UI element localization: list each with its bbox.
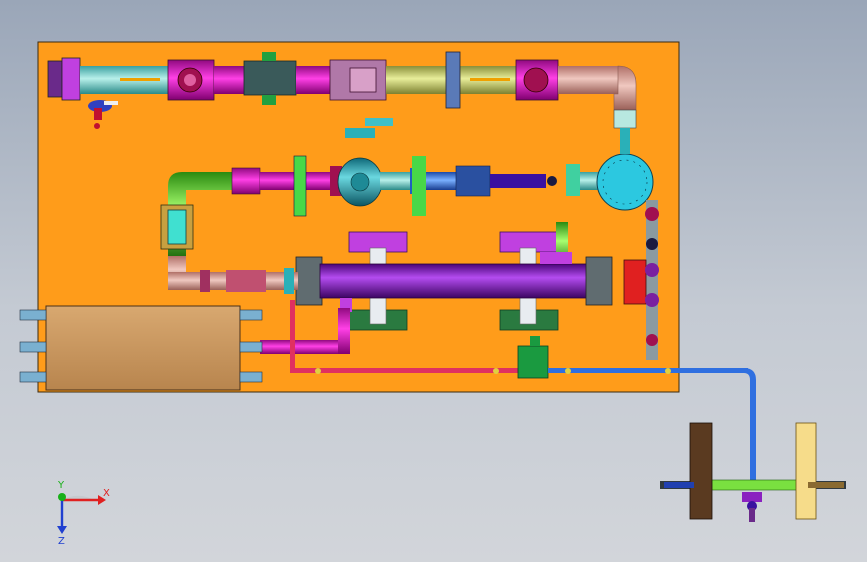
axis-triad: X Y Z xyxy=(57,480,110,547)
axis-z-label: Z xyxy=(58,536,65,547)
cad-viewport[interactable]: X Y Z xyxy=(0,0,867,562)
control-cabinet[interactable] xyxy=(19,305,263,391)
axis-x-label: X xyxy=(103,488,110,499)
axis-y-label: Y xyxy=(57,480,65,491)
